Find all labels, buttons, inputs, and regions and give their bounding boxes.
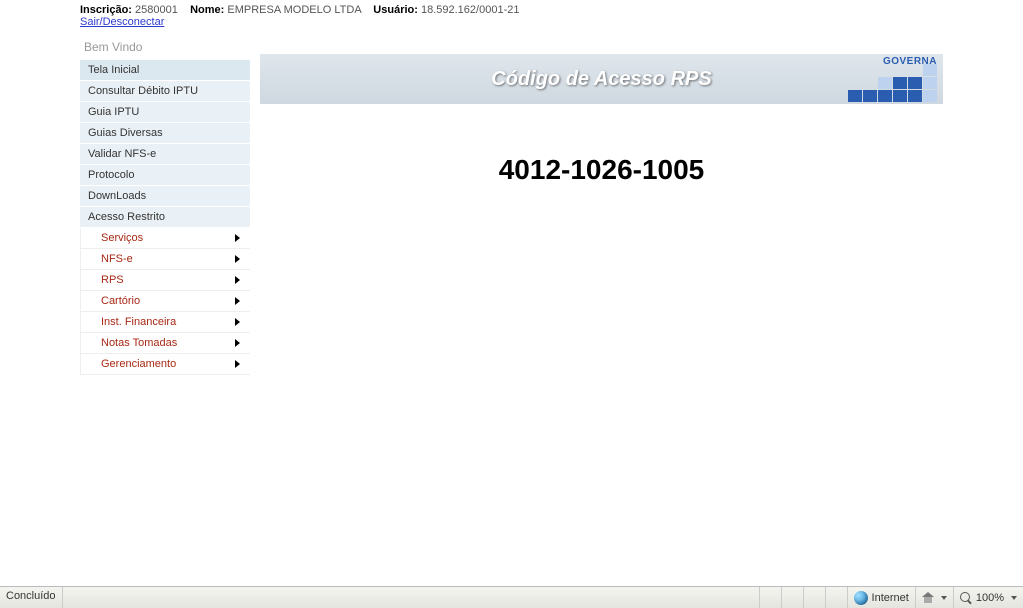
subnav-inst-financeira[interactable]: Inst. Financeira — [80, 312, 250, 333]
chevron-right-icon — [235, 255, 240, 263]
inscricao-value: 2580001 — [135, 4, 178, 16]
nav-item-label: DownLoads — [88, 190, 146, 202]
subnav-cartorio[interactable]: Cartório — [80, 291, 250, 312]
welcome-label: Bem Vindo — [80, 30, 250, 60]
nav-tela-inicial[interactable]: Tela Inicial — [80, 60, 250, 81]
chevron-right-icon — [235, 234, 240, 242]
nav-item-label: Guia IPTU — [88, 106, 139, 118]
subnav-notas-tomadas[interactable]: Notas Tomadas — [80, 333, 250, 354]
subnav-label: NFS-e — [101, 253, 133, 265]
zoom-icon — [960, 592, 972, 604]
nav-downloads[interactable]: DownLoads — [80, 186, 250, 207]
subnav-label: Inst. Financeira — [101, 316, 176, 328]
sidebar: Bem Vindo Tela Inicial Consultar Débito … — [80, 30, 250, 375]
page-banner: Código de Acesso RPS GOVERNA — [260, 54, 943, 104]
nav-protocolo[interactable]: Protocolo — [80, 165, 250, 186]
subnav-rps[interactable]: RPS — [80, 270, 250, 291]
chevron-right-icon — [235, 276, 240, 284]
browser-status-bar: Concluído Internet 100% — [0, 586, 1023, 608]
security-zone[interactable]: Internet — [847, 587, 915, 608]
banner-decoration — [848, 64, 937, 102]
dropdown-icon — [1011, 596, 1017, 600]
nav-item-label: Tela Inicial — [88, 64, 139, 76]
logout-link[interactable]: Sair/Desconectar — [80, 16, 164, 28]
user-info-bar: Inscrição: 2580001 Nome: EMPRESA MODELO … — [80, 0, 943, 30]
banner-title: Código de Acesso RPS — [260, 68, 943, 91]
nav-validar-nfse[interactable]: Validar NFS-e — [80, 144, 250, 165]
nav-item-label: Guias Diversas — [88, 127, 163, 139]
status-slot — [825, 587, 847, 608]
chevron-right-icon — [235, 360, 240, 368]
nav-guias-diversas[interactable]: Guias Diversas — [80, 123, 250, 144]
nav-item-label: Validar NFS-e — [88, 148, 156, 160]
chevron-right-icon — [235, 318, 240, 326]
subnav-label: RPS — [101, 274, 124, 286]
status-spacer — [63, 587, 759, 608]
status-slot — [803, 587, 825, 608]
access-code: 4012-1026-1005 — [260, 154, 943, 186]
zone-label: Internet — [872, 592, 909, 604]
nav-item-label: Protocolo — [88, 169, 134, 181]
subnav-label: Notas Tomadas — [101, 337, 177, 349]
chevron-right-icon — [235, 339, 240, 347]
subnav-nfse[interactable]: NFS-e — [80, 249, 250, 270]
usuario-value: 18.592.162/0001-21 — [421, 4, 519, 16]
subnav-label: Gerenciamento — [101, 358, 176, 370]
main-content: Código de Acesso RPS GOVERNA 4012-1026-1… — [250, 30, 943, 186]
usuario-label: Usuário: — [373, 4, 418, 16]
zoom-value: 100% — [976, 592, 1004, 604]
nav-acesso-restrito[interactable]: Acesso Restrito — [80, 207, 250, 228]
chevron-right-icon — [235, 297, 240, 305]
globe-icon — [854, 591, 868, 605]
subnav-label: Serviços — [101, 232, 143, 244]
zoom-control[interactable]: 100% — [953, 587, 1023, 608]
status-text: Concluído — [0, 587, 63, 608]
home-icon — [922, 592, 934, 604]
nav-item-label: Consultar Débito IPTU — [88, 85, 198, 97]
nome-value: EMPRESA MODELO LTDA — [227, 4, 361, 16]
subnav-servicos[interactable]: Serviços — [80, 228, 250, 249]
status-slot — [759, 587, 781, 608]
nome-label: Nome: — [190, 4, 224, 16]
nav-consultar-debito-iptu[interactable]: Consultar Débito IPTU — [80, 81, 250, 102]
nav-item-label: Acesso Restrito — [88, 211, 165, 223]
subnav-label: Cartório — [101, 295, 140, 307]
inscricao-label: Inscrição: — [80, 4, 132, 16]
dropdown-icon — [941, 596, 947, 600]
subnav-gerenciamento[interactable]: Gerenciamento — [80, 354, 250, 375]
nav-guia-iptu[interactable]: Guia IPTU — [80, 102, 250, 123]
home-menu[interactable] — [915, 587, 953, 608]
status-slot — [781, 587, 803, 608]
